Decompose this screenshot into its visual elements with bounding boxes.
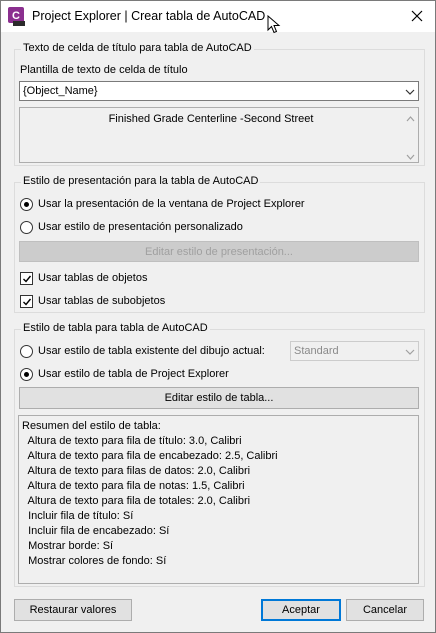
app-icon: C xyxy=(8,7,26,26)
preview-scrollbar[interactable] xyxy=(403,108,418,162)
mouse-cursor-icon xyxy=(267,14,281,35)
radio-project-table-style-label[interactable]: Usar estilo de tabla de Project Explorer xyxy=(38,368,229,380)
chevron-down-icon[interactable] xyxy=(405,87,415,95)
summary-line: Mostrar borde: Sí xyxy=(22,540,114,552)
presentation-group-legend: Estilo de presentación para la tabla de … xyxy=(21,175,261,187)
edit-presentation-style-button[interactable]: Editar estilo de presentación... xyxy=(19,241,419,262)
title-preview-box: Finished Grade Centerline -Second Street xyxy=(19,107,419,163)
summary-line: Altura de texto para fila de notas: 1.5,… xyxy=(22,480,245,492)
restore-defaults-button[interactable]: Restaurar valores xyxy=(14,599,132,621)
scroll-down-icon[interactable] xyxy=(406,151,415,160)
checkmark-icon xyxy=(23,275,32,283)
template-label: Plantilla de texto de celda de título xyxy=(20,64,188,76)
summary-line: Incluir fila de título: Sí xyxy=(22,510,134,522)
svg-text:C: C xyxy=(12,10,20,22)
scroll-up-icon[interactable] xyxy=(406,113,415,122)
checkbox-object-tables-label[interactable]: Usar tablas de objetos xyxy=(38,272,147,284)
summary-line: Resumen del estilo de tabla: xyxy=(22,420,161,432)
radio-existing-table-style-label[interactable]: Usar estilo de tabla existente del dibuj… xyxy=(38,345,265,357)
existing-table-style-value: Standard xyxy=(294,345,339,357)
table-style-group-legend: Estilo de tabla para tabla de AutoCAD xyxy=(21,322,210,334)
radio-project-table-style[interactable] xyxy=(20,368,33,381)
summary-line: Mostrar colores de fondo: Sí xyxy=(22,555,167,567)
checkmark-icon xyxy=(23,298,32,306)
summary-line: Altura de texto para fila de encabezado:… xyxy=(22,450,278,462)
existing-table-style-combobox[interactable]: Standard xyxy=(290,341,419,361)
table-style-summary-box: Resumen del estilo de tabla: Altura de t… xyxy=(18,415,419,584)
summary-line: Altura de texto para fila de totales: 2.… xyxy=(22,495,251,507)
template-combobox[interactable]: {Object_Name} xyxy=(19,81,419,101)
title-bar[interactable]: C Project Explorer | Crear tabla de Auto… xyxy=(1,1,435,32)
title-cell-group-legend: Texto de celda de título para tabla de A… xyxy=(21,42,254,54)
radio-window-presentation-label[interactable]: Usar la presentación de la ventana de Pr… xyxy=(38,198,305,210)
dialog-window: C Project Explorer | Crear tabla de Auto… xyxy=(0,0,436,633)
checkbox-subobject-tables[interactable] xyxy=(20,295,33,308)
radio-custom-presentation-label[interactable]: Usar estilo de presentación personalizad… xyxy=(38,221,243,233)
title-preview-text: Finished Grade Centerline -Second Street xyxy=(108,113,314,125)
accept-button[interactable]: Aceptar xyxy=(261,599,341,621)
checkbox-subobject-tables-label[interactable]: Usar tablas de subobjetos xyxy=(38,295,165,307)
close-icon[interactable] xyxy=(405,5,429,27)
summary-line: Altura de texto para filas de datos: 2.0… xyxy=(22,465,251,477)
template-value: {Object_Name} xyxy=(23,85,98,97)
radio-window-presentation[interactable] xyxy=(20,198,33,211)
radio-existing-table-style[interactable] xyxy=(20,345,33,358)
summary-line: Incluir fila de encabezado: Sí xyxy=(22,525,170,537)
summary-line: Altura de texto para fila de título: 3.0… xyxy=(22,435,242,447)
window-title: Project Explorer | Crear tabla de AutoCA… xyxy=(32,9,266,23)
checkbox-object-tables[interactable] xyxy=(20,272,33,285)
radio-custom-presentation[interactable] xyxy=(20,221,33,234)
edit-table-style-button[interactable]: Editar estilo de tabla... xyxy=(19,387,419,409)
cancel-button[interactable]: Cancelar xyxy=(346,599,424,621)
chevron-down-icon[interactable] xyxy=(405,347,415,355)
